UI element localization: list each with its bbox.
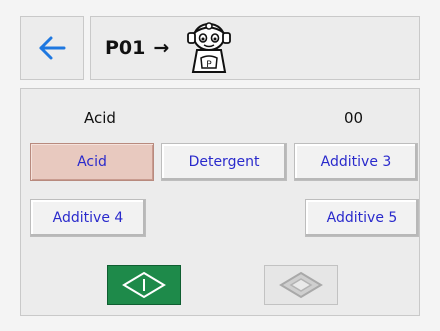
additive-5-button-label: Additive 5 [326, 210, 398, 226]
additive-3-button-label: Additive 3 [320, 154, 392, 170]
stop-diamond-icon [279, 271, 323, 299]
start-button[interactable] [107, 265, 181, 305]
additive-3-button[interactable]: Additive 3 [294, 143, 418, 181]
program-arrow: → [153, 37, 170, 59]
detergent-button[interactable]: Detergent [161, 143, 287, 181]
acid-button-label: Acid [77, 154, 107, 170]
svg-text:P: P [207, 60, 213, 70]
robot-mascot-icon: P [187, 22, 232, 73]
start-diamond-icon [122, 271, 166, 299]
screen: P01 → P Acid 00 Acid Detergent Additive … [0, 0, 440, 331]
program-label: P01 [105, 37, 146, 59]
agent-value: 00 [344, 109, 364, 127]
acid-button[interactable]: Acid [30, 143, 154, 181]
additive-5-button[interactable]: Additive 5 [305, 199, 419, 237]
selected-agent-label: Acid [84, 109, 116, 127]
back-button[interactable] [20, 16, 84, 80]
arrow-left-icon [39, 36, 66, 60]
additive-4-button-label: Additive 4 [52, 210, 124, 226]
additive-4-button[interactable]: Additive 4 [30, 199, 146, 237]
detergent-button-label: Detergent [188, 154, 260, 170]
program-header: P01 → P [90, 16, 420, 80]
stop-button[interactable] [264, 265, 338, 305]
